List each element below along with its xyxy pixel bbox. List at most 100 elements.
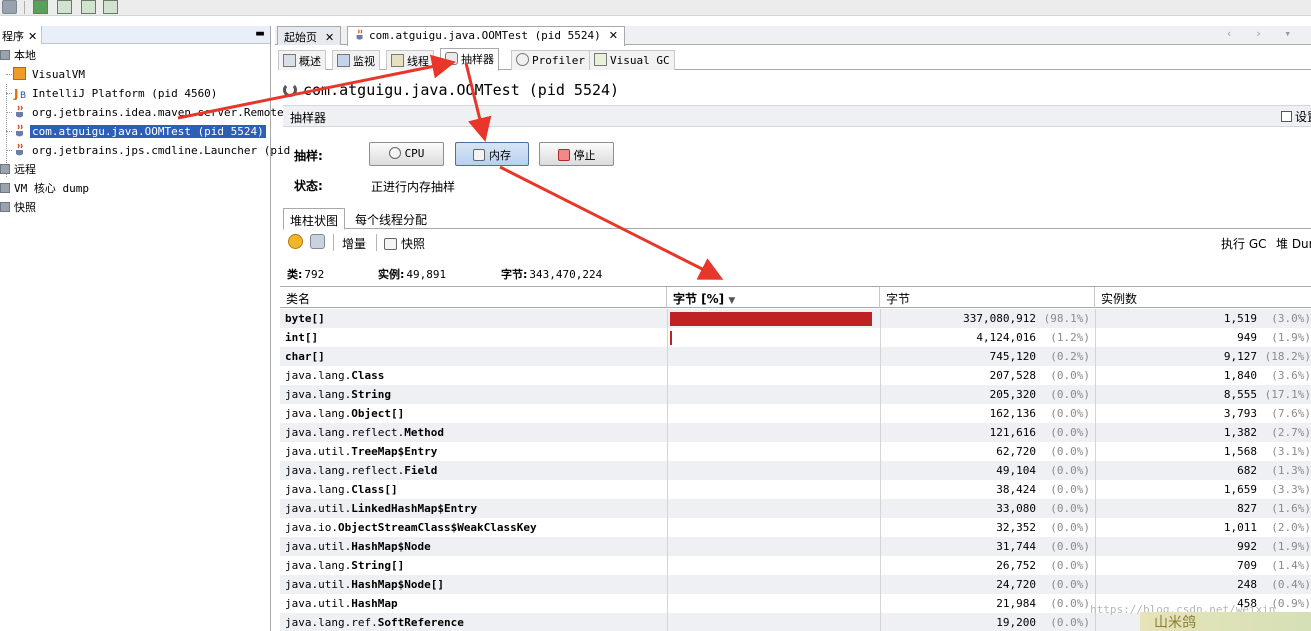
instances-percent: (1.4%) [1271, 559, 1311, 572]
snapshot-icon[interactable] [103, 0, 118, 14]
class-package: java.io. [285, 521, 338, 534]
heap-dump-icon[interactable] [57, 0, 72, 14]
page-title-text: com.atguigu.java.OOMTest (pid 5524) [303, 81, 620, 99]
tab-profiler[interactable]: Profiler [511, 50, 590, 70]
app-menu-icon[interactable] [2, 0, 17, 14]
java-cup-icon [16, 105, 23, 118]
tab-start-page[interactable]: 起始页 ✕ [277, 26, 342, 45]
instances-value: 1,840 [1223, 369, 1257, 382]
overview-icon [283, 54, 296, 67]
table-row[interactable]: java.util.HashMap$Node[] 24,720 (0.0%) 248 (… [280, 575, 1311, 594]
tree-item-launcher[interactable]: org.jetbrains.jps.cmdline.Launcher (pid [13, 141, 292, 160]
instances-percent: (1.6%) [1271, 502, 1311, 515]
instances-summary: 实例: 49,891 [378, 266, 446, 282]
table-row[interactable]: java.lang.String[] 26,752 (0.0%) 709 (1.4%) [280, 556, 1311, 575]
class-simple-name: Object[] [351, 407, 405, 420]
thread-dump-icon[interactable] [81, 0, 96, 14]
snapshot-icon [384, 238, 397, 250]
class-simple-name: TreeMap$Entry [351, 445, 438, 458]
table-row[interactable]: java.lang.Class 207,528 (0.0%) 1,840 (3.6%) [280, 366, 1311, 385]
bytes-percent: (0.2%) [1050, 350, 1090, 363]
table-row[interactable]: byte[] 337,080,912 (98.1%) 1,519 (3.0%) [280, 309, 1311, 328]
clock-icon [388, 147, 401, 159]
tree-item-remote[interactable]: 远程 [0, 160, 38, 179]
java-cup-icon [16, 143, 23, 156]
tab-visual-gc[interactable]: Visual GC [589, 50, 675, 70]
tab-sampler[interactable]: 抽样器 [440, 48, 499, 71]
cpu-button[interactable]: CPU [369, 142, 444, 166]
tab-per-thread-allocations[interactable]: 每个线程分配 [349, 208, 433, 229]
bytes-value: 62,720 [996, 445, 1036, 458]
snapshot-button[interactable]: 快照 [384, 235, 425, 252]
instances-value: 682 [1237, 464, 1257, 477]
sort-descending-icon: ▼ [728, 296, 736, 306]
table-row[interactable]: java.lang.Class[] 38,424 (0.0%) 1,659 (3.3%) [280, 480, 1311, 499]
applications-tab-label: 程序 [2, 30, 24, 43]
instances-cell: 1,568 (3.1%) [1095, 442, 1311, 461]
bytes-value: 32,352 [996, 521, 1036, 534]
tree-item-local[interactable]: 本地 [0, 46, 38, 65]
table-row[interactable]: int[] 4,124,016 (1.2%) 949 (1.9%) [280, 328, 1311, 347]
tab-monitor[interactable]: 监视 [332, 50, 380, 70]
bytes-bar-cell [667, 366, 879, 385]
tree-item-snapshots[interactable]: 快照 [0, 198, 38, 217]
instances-cell: 248 (0.4%) [1095, 575, 1311, 594]
class-package: java.util. [285, 578, 352, 591]
class-simple-name: Class[] [351, 483, 398, 496]
tree-item-oom-test[interactable]: com.atguigu.java.OOMTest (pid 5524) [13, 122, 266, 141]
table-row[interactable]: java.util.LinkedHashMap$Entry 33,080 (0.0%… [280, 499, 1311, 518]
tab-label: Visual GC [610, 54, 670, 67]
bytes-value: 207,528 [989, 369, 1036, 382]
close-icon[interactable]: ✕ [325, 31, 334, 44]
tab-oom-test[interactable]: com.atguigu.java.OOMTest (pid 5524) ✕ [347, 26, 626, 46]
tab-navigation[interactable]: ‹ › ▾ [1226, 27, 1299, 40]
tree-item-maven-server[interactable]: org.jetbrains.idea.maven.server.RemoteMa [13, 103, 299, 122]
table-row[interactable]: java.lang.reflect.Field 49,104 (0.0%) 682 (1… [280, 461, 1311, 480]
refresh-icon[interactable] [310, 234, 325, 249]
perform-gc-button[interactable]: 执行 GC [1221, 235, 1267, 252]
bytes-cell: 205,320 (0.0%) [880, 385, 1094, 404]
settings-label: 设置 [1294, 110, 1311, 124]
column-instances[interactable]: 实例数 [1095, 287, 1311, 308]
close-icon[interactable]: ✕ [609, 29, 618, 42]
table-row[interactable]: java.lang.Object[] 162,136 (0.0%) 3,793 (7.6… [280, 404, 1311, 423]
class-name-cell: java.lang.String [285, 385, 665, 404]
table-row[interactable]: java.lang.String 205,320 (0.0%) 8,555 (17.1%… [280, 385, 1311, 404]
instances-value: 3,793 [1223, 407, 1257, 420]
tab-heap-histogram[interactable]: 堆柱状图 [283, 208, 346, 230]
class-name-cell: java.lang.reflect.Method [285, 423, 665, 442]
close-icon[interactable]: ✕ [28, 30, 37, 43]
table-row[interactable]: java.util.HashMap$Node 31,744 (0.0%) 992 (1.… [280, 537, 1311, 556]
table-row[interactable]: char[] 745,120 (0.2%) 9,127 (18.2%) [280, 347, 1311, 366]
tab-threads[interactable]: 线程 [386, 50, 434, 70]
tree-item-intellij[interactable]: J B IntelliJ Platform (pid 4560) [13, 84, 219, 103]
applications-tab[interactable]: 程序 ✕ [0, 26, 43, 44]
column-bytes-percent[interactable]: 字节 [%] ▼ [667, 287, 880, 308]
minimize-icon[interactable]: ▬ [256, 26, 264, 41]
table-row[interactable]: java.util.TreeMap$Entry 62,720 (0.0%) 1,568… [280, 442, 1311, 461]
table-row[interactable]: java.io.ObjectStreamClass$WeakClassKey 32… [280, 518, 1311, 537]
instances-percent: (7.6%) [1271, 407, 1311, 420]
tab-overview[interactable]: 概述 [278, 50, 326, 70]
bytes-bar-cell [667, 385, 879, 404]
bytes-cell: 162,136 (0.0%) [880, 404, 1094, 423]
column-class-name[interactable]: 类名 [280, 287, 667, 308]
instances-cell: 1,382 (2.7%) [1095, 423, 1311, 442]
add-jmx-connection-icon[interactable] [33, 0, 48, 14]
delta-button[interactable]: 增量 [342, 235, 366, 252]
classes-label: 类: [287, 268, 303, 281]
stop-button[interactable]: 停止 [539, 142, 614, 166]
instances-percent: (2.7%) [1271, 426, 1311, 439]
heap-dump-button[interactable]: 堆 Dum [1276, 235, 1311, 252]
tree-item-label: com.atguigu.java.OOMTest (pid 5524) [30, 125, 266, 138]
pause-icon[interactable] [288, 234, 303, 249]
memory-button[interactable]: 内存 [455, 142, 529, 166]
tree-item-label: 本地 [14, 49, 36, 62]
tree-item-visualvm[interactable]: VisualVM [13, 65, 87, 84]
class-simple-name: String [351, 388, 391, 401]
instances-cell: 1,011 (2.0%) [1095, 518, 1311, 537]
table-row[interactable]: java.lang.reflect.Method 121,616 (0.0%) 1,3… [280, 423, 1311, 442]
column-bytes[interactable]: 字节 [880, 287, 1095, 308]
settings-checkbox[interactable]: 设置 [1280, 108, 1311, 125]
tree-item-vm-core-dump[interactable]: VM 核心 dump [0, 179, 91, 198]
